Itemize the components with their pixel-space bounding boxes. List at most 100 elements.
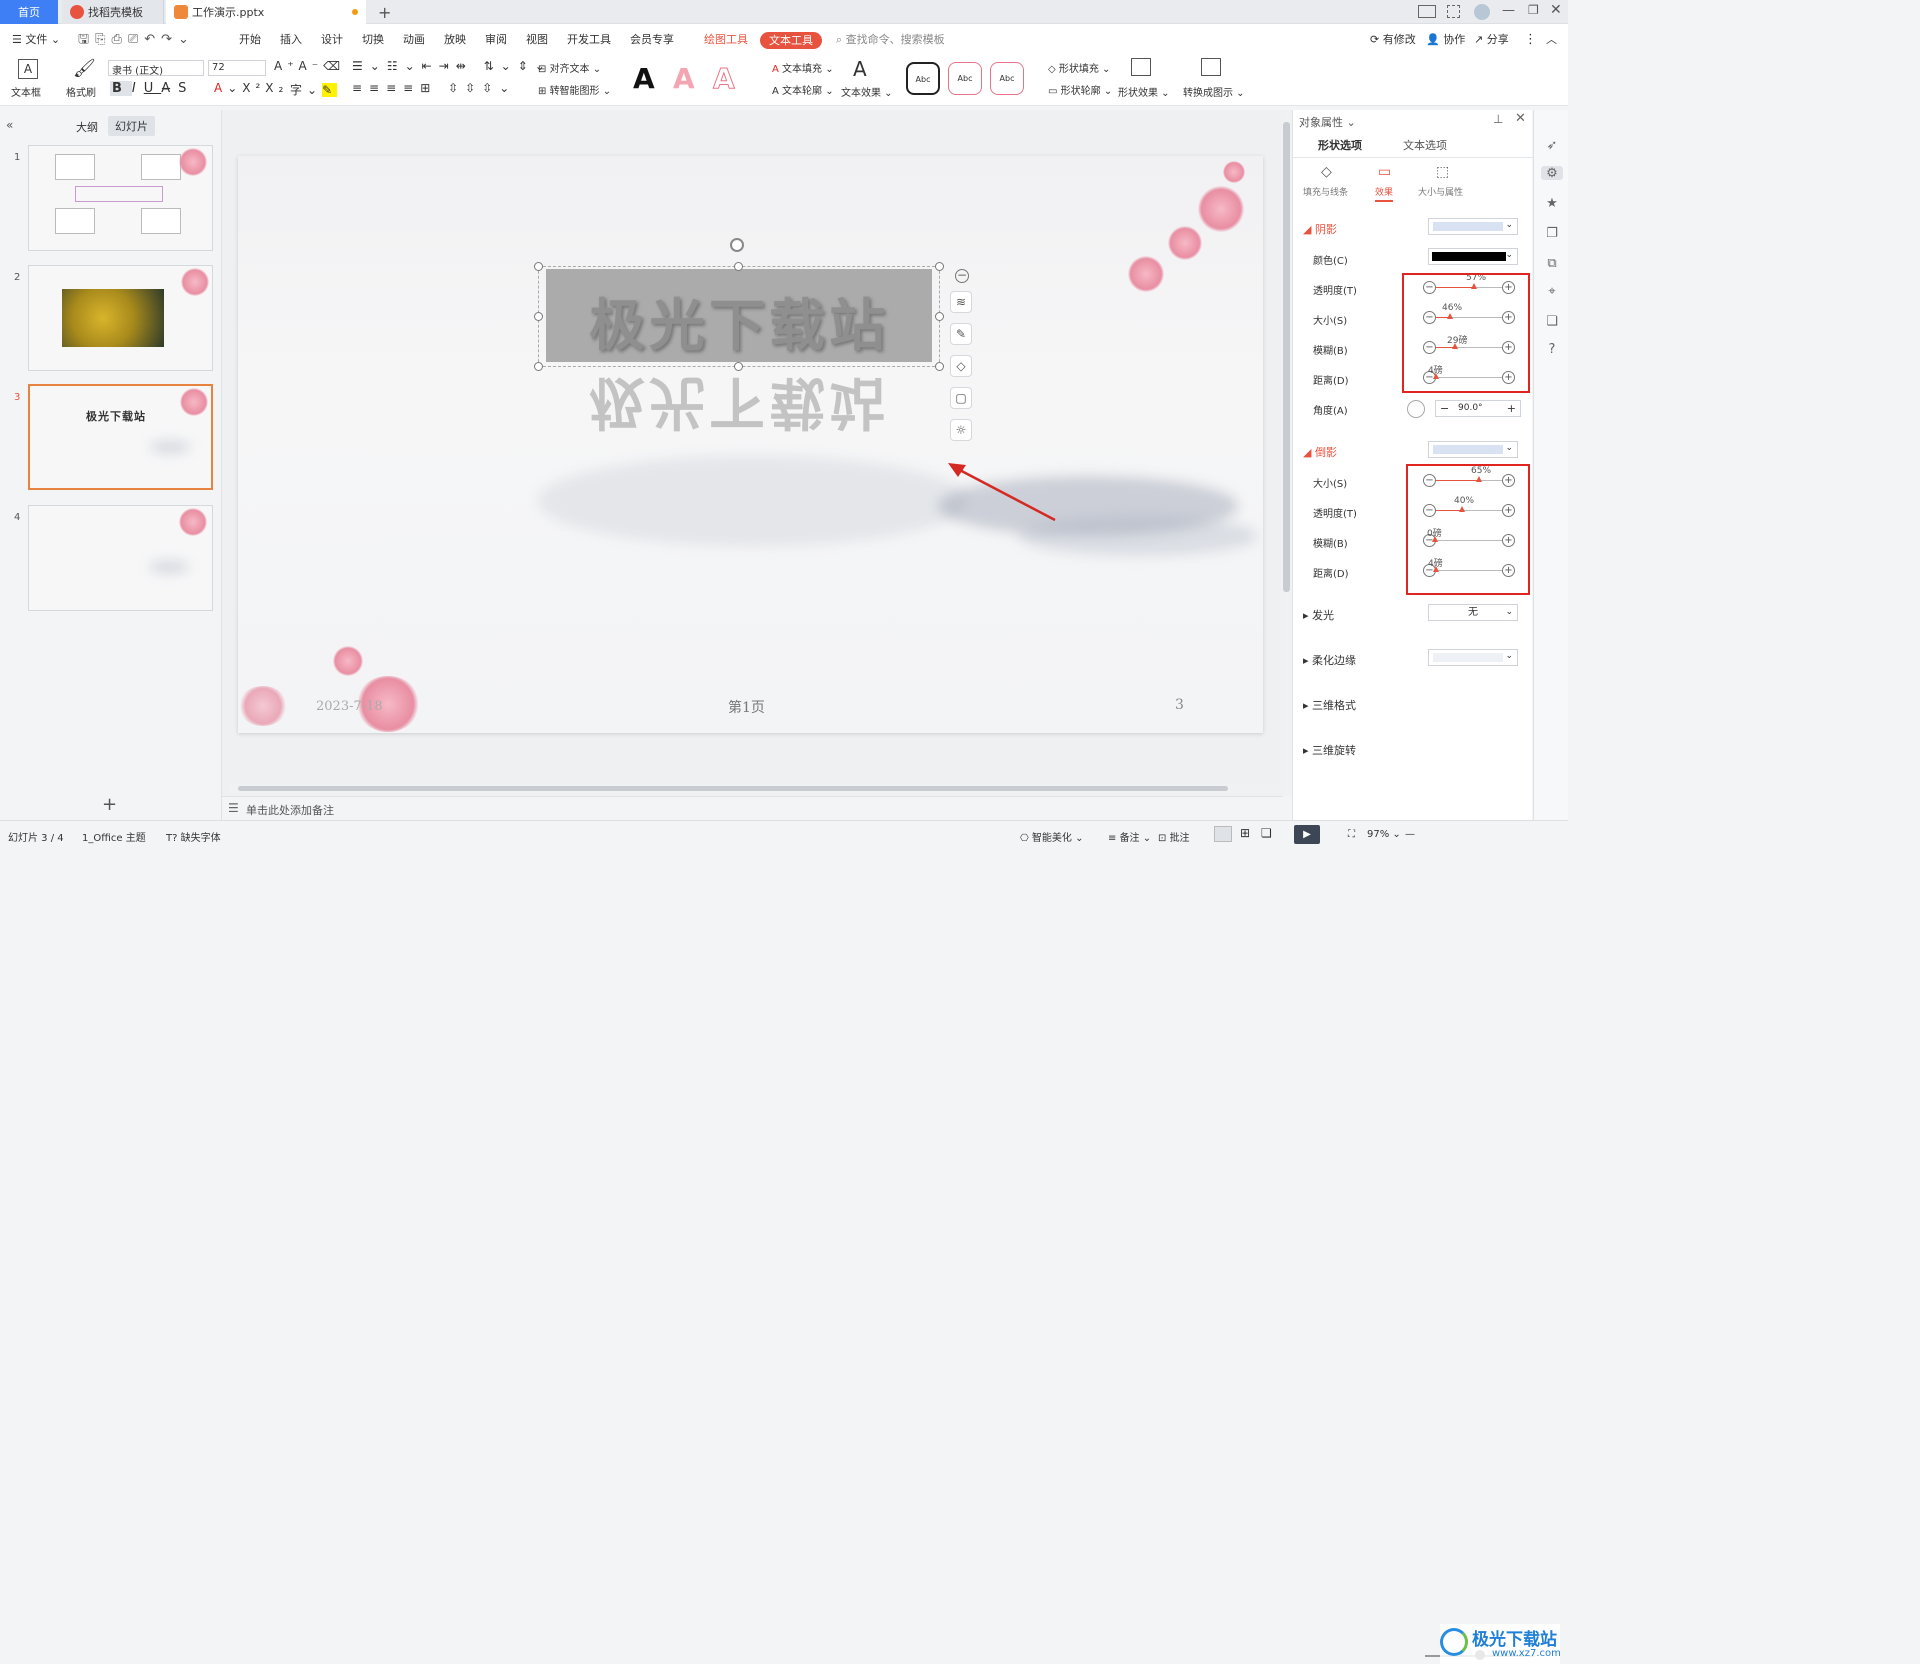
rotate3d-section-header[interactable]: ▸ 三维旋转 xyxy=(1303,742,1356,758)
horizontal-scroll-thumb[interactable] xyxy=(238,786,1228,791)
reading-view-icon[interactable]: ❏ xyxy=(1261,826,1272,840)
modified-button[interactable]: ⟳ 有修改 xyxy=(1370,24,1416,56)
panel-title[interactable]: 对象属性 ⌄ xyxy=(1299,114,1356,130)
pen-icon[interactable]: ✎ xyxy=(950,323,972,345)
text-style-outline[interactable]: A xyxy=(713,62,736,96)
tab-template[interactable]: 找稻壳模板 xyxy=(62,0,164,24)
tab-shape-options[interactable]: 形状选项 xyxy=(1303,135,1377,157)
bulb-icon[interactable]: ☼ xyxy=(950,419,972,441)
text-outline-button[interactable]: A 文本轮廓 ⌄ xyxy=(772,82,834,97)
text-style-black[interactable]: A xyxy=(633,62,655,95)
transition-icon[interactable]: ⧉ xyxy=(1544,256,1560,271)
menu-insert[interactable]: 插入 xyxy=(280,24,302,56)
collapse-ribbon-icon[interactable]: ︿ xyxy=(1546,24,1557,56)
list-icons[interactable]: ☰⌄☷⌄⇤⇥⇹ ⇅⌄⇕⌄ xyxy=(352,59,552,73)
slide-thumbnail-2[interactable] xyxy=(28,265,213,371)
soft-edge-section-header[interactable]: ▸ 柔化边缘 xyxy=(1303,652,1356,668)
close-icon[interactable]: ✕ xyxy=(1550,2,1562,18)
align-text-button[interactable]: ⊟ 对齐文本 ⌄ xyxy=(538,60,601,75)
slide-thumbnail-1[interactable] xyxy=(28,145,213,251)
collapse-float-icon[interactable]: − xyxy=(955,269,969,283)
frame-icon[interactable]: ▢ xyxy=(950,387,972,409)
effect-tab[interactable]: 效果 xyxy=(1375,185,1394,202)
rotate-handle-icon[interactable] xyxy=(730,238,744,252)
text-effect-icon[interactable]: A xyxy=(853,57,867,81)
restore-icon[interactable]: ❐ xyxy=(1528,3,1539,17)
resize-handle[interactable] xyxy=(935,362,944,371)
comment-button[interactable]: ⊡ 批注 xyxy=(1158,829,1190,844)
theme-name[interactable]: 1_Office 主题 xyxy=(82,829,146,844)
layout-icon[interactable] xyxy=(1418,5,1436,18)
convert-figure-icon[interactable] xyxy=(1201,58,1221,76)
collab-button[interactable]: 👤 协作 xyxy=(1426,24,1465,56)
fill-bucket-icon[interactable]: ◇ xyxy=(950,355,972,377)
menu-text-tools[interactable]: 文本工具 xyxy=(760,32,822,49)
reflection-preset-select[interactable]: ⌄ xyxy=(1428,441,1518,458)
shadow-section-header[interactable]: ◢ 阴影 xyxy=(1303,221,1337,237)
menu-view[interactable]: 视图 xyxy=(526,24,548,56)
menu-developer[interactable]: 开发工具 xyxy=(567,24,611,56)
highlight-icons[interactable]: 字⌄✎ xyxy=(290,81,338,98)
align-icons[interactable]: ≡≡≡≡⊞ ⇳⇳⇳⌄ xyxy=(352,81,516,95)
reflection-section-header[interactable]: ◢ 倒影 xyxy=(1303,444,1337,460)
glow-select[interactable]: 无 ⌄ xyxy=(1428,604,1518,621)
tab-text-options[interactable]: 文本选项 xyxy=(1393,135,1457,157)
file-menu[interactable]: ☰ 文件 ⌄ xyxy=(12,24,60,56)
fill-line-tab[interactable]: 填充与线条 xyxy=(1303,185,1348,198)
text-style-pink[interactable]: A xyxy=(673,62,695,95)
beautify-button[interactable]: ⎔ 智能美化 ⌄ xyxy=(1020,829,1083,844)
angle-stepper[interactable]: − 90.0° + xyxy=(1435,400,1521,417)
soft-edge-select[interactable]: ⌄ xyxy=(1428,649,1518,666)
menu-animation[interactable]: 动画 xyxy=(403,24,425,56)
format-painter-icon[interactable]: 🖌 xyxy=(73,58,96,79)
resize-handle[interactable] xyxy=(534,362,543,371)
shape-effect-icon[interactable] xyxy=(1131,58,1151,76)
zoom-level[interactable]: 97% ⌄ xyxy=(1367,829,1401,840)
menu-drawing-tools[interactable]: 绘图工具 xyxy=(704,24,748,56)
menu-start[interactable]: 开始 xyxy=(239,24,261,56)
resize-handle[interactable] xyxy=(734,262,743,271)
angle-plus-icon[interactable]: + xyxy=(1507,402,1516,415)
convert-figure-button[interactable]: 转换成图示 ⌄ xyxy=(1183,84,1245,99)
text-fill-button[interactable]: A 文本填充 ⌄ xyxy=(772,60,834,75)
size-prop-tab[interactable]: 大小与属性 xyxy=(1418,185,1463,198)
menu-transition[interactable]: 切换 xyxy=(362,24,384,56)
menu-review[interactable]: 审阅 xyxy=(485,24,507,56)
location-icon[interactable]: ⌖ xyxy=(1544,284,1560,299)
resize-handle[interactable] xyxy=(935,312,944,321)
missing-font-button[interactable]: T? 缺失字体 xyxy=(166,829,221,844)
slide-thumbnail-3[interactable]: 极光下载站 xyxy=(28,384,213,490)
resize-handle[interactable] xyxy=(734,362,743,371)
animation-icon[interactable]: ★ xyxy=(1544,196,1560,211)
font-grow-shrink-icons[interactable]: A⁺A⁻⌫ xyxy=(274,59,345,73)
sorter-view-icon[interactable]: ⊞ xyxy=(1240,826,1250,840)
add-slide-button[interactable]: + xyxy=(102,794,117,815)
command-search[interactable]: ⌕ 查找命令、搜索模板 xyxy=(836,24,945,56)
horizontal-scrollbar[interactable] xyxy=(230,784,1280,793)
minimize-icon[interactable]: — xyxy=(1502,3,1515,18)
fit-icon[interactable]: ⛶ xyxy=(1348,829,1355,840)
tab-document[interactable]: 工作演示.pptx xyxy=(166,0,366,24)
new-tab-button[interactable]: + xyxy=(378,3,391,22)
angle-dial-icon[interactable] xyxy=(1407,400,1425,418)
pin-icon[interactable]: ⊥ xyxy=(1493,112,1503,126)
font-select[interactable]: 隶书 (正文) xyxy=(108,60,204,77)
vertical-scroll-thumb[interactable] xyxy=(1283,122,1290,592)
textbox-icon[interactable]: A xyxy=(18,59,38,79)
resize-handle[interactable] xyxy=(935,262,944,271)
copy-icon[interactable]: ❐ xyxy=(1544,226,1560,241)
tab-home[interactable]: 首页 xyxy=(0,0,58,24)
shape-style-1[interactable]: Abc xyxy=(906,62,940,95)
shape-style-3[interactable]: Abc xyxy=(990,62,1024,95)
menu-member[interactable]: 会员专享 xyxy=(630,24,674,56)
shape-outline-button[interactable]: ▭ 形状轮廓 ⌄ xyxy=(1048,82,1112,97)
resize-handle[interactable] xyxy=(534,262,543,271)
textbox-button[interactable]: 文本框 xyxy=(11,84,41,99)
avatar[interactable] xyxy=(1474,4,1490,20)
shadow-color-select[interactable]: ⌄ xyxy=(1428,248,1518,265)
menu-slideshow[interactable]: 放映 xyxy=(444,24,466,56)
notes-button[interactable]: ≡ 备注 ⌄ xyxy=(1108,829,1151,844)
glow-section-header[interactable]: ▸ 发光 xyxy=(1303,607,1334,623)
share-button[interactable]: ↗ 分享 xyxy=(1474,24,1509,56)
slide-thumbnail-4[interactable] xyxy=(28,505,213,611)
